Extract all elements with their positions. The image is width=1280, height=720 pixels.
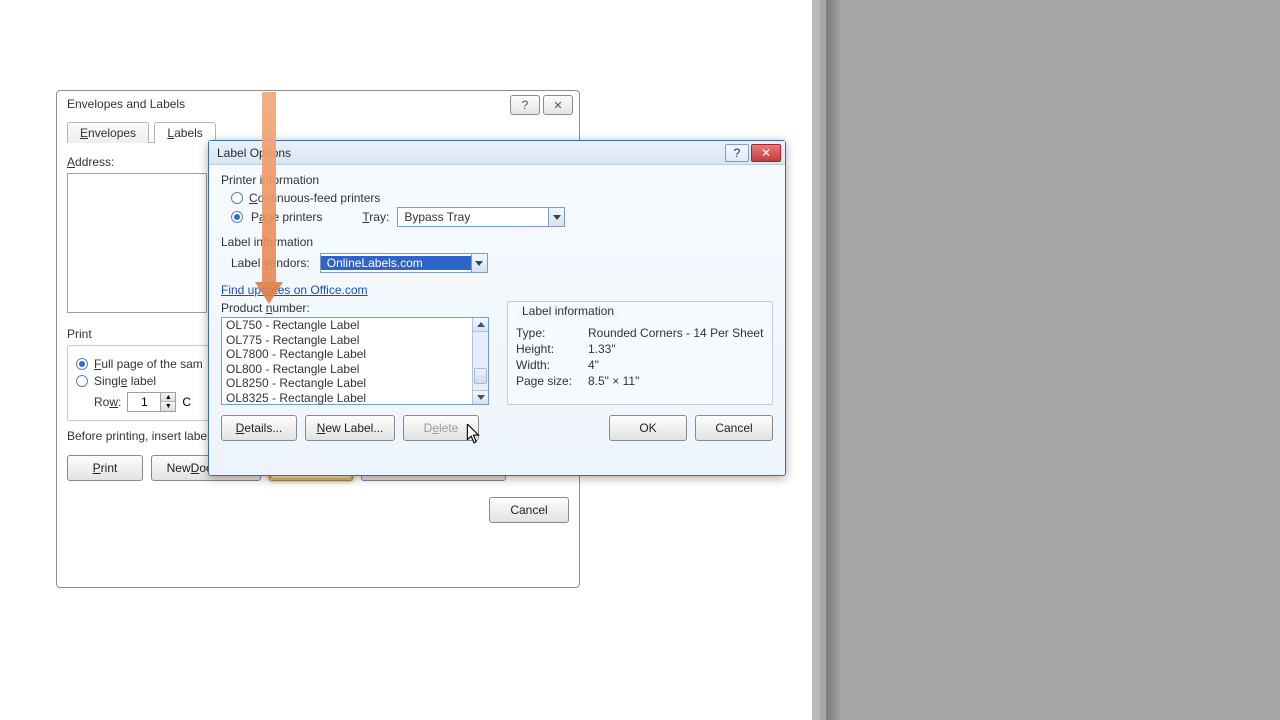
ok-button[interactable]: OK [609,415,687,441]
scrollbar[interactable] [472,318,488,404]
close-icon: ✕ [553,99,562,112]
app-background-shadow [826,0,842,720]
radio-full-page[interactable] [76,358,88,370]
radio-full-page-label: Full page of the sam [94,357,203,371]
vendors-value: OnlineLabels.com [321,256,471,270]
page-size-value: 8.5" × 11" [588,374,639,388]
spinner-up-icon[interactable]: ▲ [161,393,175,402]
tray-combobox[interactable]: Bypass Tray [397,207,565,227]
width-key: Width: [516,358,580,372]
type-key: Type: [516,326,580,340]
cancel-button[interactable]: Cancel [695,415,773,441]
radio-page-printers[interactable] [231,211,243,223]
row-label: Row: [94,395,121,409]
tab-labels[interactable]: Labels [154,122,215,144]
delete-button[interactable]: Delete [403,415,479,441]
list-item[interactable]: OL750 - Rectangle Label [222,318,488,333]
close-icon: ✕ [761,146,771,160]
page-size-key: Page size: [516,374,580,388]
list-item[interactable]: OL775 - Rectangle Label [222,333,488,348]
radio-continuous-label: Continuous-feed printers [249,191,380,205]
address-textarea[interactable] [67,173,207,313]
close-button[interactable]: ✕ [751,144,781,162]
dialog-title: Envelopes and Labels [57,91,579,117]
label-info-panel: Label information Type: Rounded Corners -… [507,301,773,405]
help-icon: ? [522,98,529,112]
scroll-thumb[interactable] [474,368,487,384]
new-label-button[interactable]: New Label... [305,415,395,441]
tray-value: Bypass Tray [398,210,548,224]
help-icon: ? [734,146,741,160]
cancel-button[interactable]: Cancel [489,497,569,523]
product-listbox[interactable]: OL750 - Rectangle Label OL775 - Rectangl… [221,317,489,405]
radio-page-printers-label: Page printers [251,210,322,224]
vendors-combobox[interactable]: OnlineLabels.com [320,253,488,273]
width-value: 4" [588,358,599,372]
close-button[interactable]: ✕ [543,95,573,115]
list-item[interactable]: OL8325 - Rectangle Label [222,391,488,406]
product-number-label: Product number: [221,301,489,315]
height-value: 1.33" [588,342,616,356]
dialog-title: Label Options [209,141,785,165]
help-button[interactable]: ? [510,95,540,115]
radio-continuous[interactable] [231,192,243,204]
scroll-track[interactable] [473,332,488,390]
type-value: Rounded Corners - 14 Per Sheet [588,326,763,340]
column-label-cut: C [182,395,191,409]
chevron-down-icon[interactable] [548,208,564,226]
scroll-up-icon[interactable] [473,318,488,332]
chevron-down-icon[interactable] [471,254,487,272]
details-button[interactable]: Details... [221,415,297,441]
label-info-panel-heading: Label information [518,304,618,318]
list-item[interactable]: OL7800 - Rectangle Label [222,347,488,362]
height-key: Height: [516,342,580,356]
list-item[interactable]: OL8250 - Rectangle Label [222,376,488,391]
printer-info-heading: Printer information [221,173,773,187]
label-info-heading: Label information [221,235,773,249]
app-background-right [820,0,1280,720]
office-updates-link[interactable]: Find updates on Office.com [221,283,368,297]
radio-single-label[interactable] [76,375,88,387]
tray-label: Tray: [362,210,389,224]
list-item[interactable]: OL800 - Rectangle Label [222,362,488,377]
vendors-label: Label vendors: [231,256,310,270]
row-input[interactable] [128,393,160,411]
scroll-down-icon[interactable] [473,390,488,404]
print-button[interactable]: Print [67,455,143,481]
help-button[interactable]: ? [725,144,749,162]
app-background-edge [812,0,820,720]
radio-single-label-text: Single label [94,374,156,388]
label-options-dialog: Label Options ? ✕ Printer information Co… [208,140,786,476]
spinner-down-icon[interactable]: ▼ [161,402,175,411]
row-spinner[interactable]: ▲ ▼ [127,392,176,412]
tab-envelopes[interactable]: Envelopes [67,122,149,143]
